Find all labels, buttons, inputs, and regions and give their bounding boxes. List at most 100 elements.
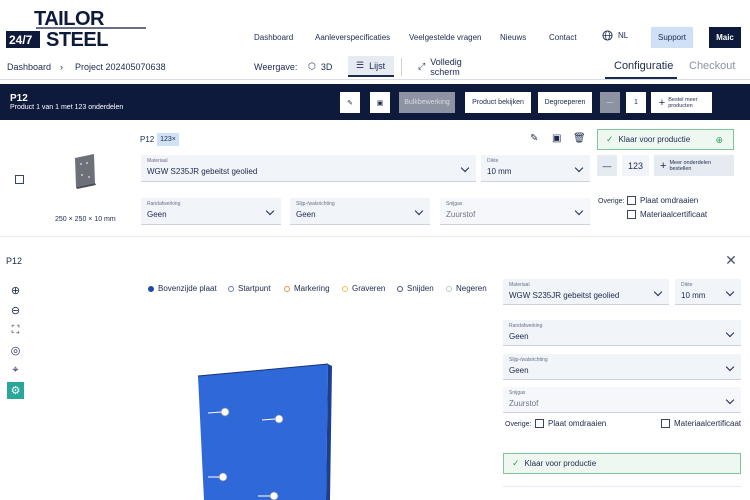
nav-aanleverspecificaties[interactable]: Aanleverspecificaties [315, 33, 390, 42]
part-3d-viewer[interactable] [190, 360, 335, 500]
detail-material-certificate-label: Materiaalcertificaat [674, 419, 742, 428]
breadcrumb-project: Project 202405070638 [75, 62, 166, 72]
detail-material-select[interactable]: Materiaal WGW S235JR gebeitst geolied [503, 279, 669, 305]
edge-finish-select[interactable]: Randafwerking Geen [141, 198, 281, 225]
chevron-down-icon [460, 163, 470, 173]
legend-item-startpunt[interactable]: Startpunt [228, 284, 270, 293]
divider [401, 58, 402, 76]
fullscreen-button[interactable]: ⤢ Volledig scherm [410, 56, 494, 77]
detail-material-certificate-option[interactable]: Materiaalcertificaat [661, 419, 741, 428]
detail-grind-direction-label: Slijp-/walsrichting [509, 357, 548, 363]
detail-grind-direction-select[interactable]: Slijp-/walsrichting Geen [503, 354, 741, 380]
legend-label: Negeren [456, 284, 487, 293]
detail-thickness-select[interactable]: Dikte 10 mm [675, 279, 741, 305]
user-menu-button[interactable]: Maic [709, 27, 741, 48]
zoom-in-tool[interactable]: ⊕ [7, 282, 24, 299]
nav-contact[interactable]: Contact [549, 33, 577, 42]
part-select-checkbox[interactable] [15, 175, 24, 184]
cutting-gas-select[interactable]: Snijgas Zuurstof [440, 198, 590, 225]
close-icon[interactable]: ✕ [721, 250, 741, 270]
detail-material-certificate-checkbox[interactable] [661, 419, 670, 428]
detail-edge-finish-value: Geen [509, 332, 529, 341]
tailor-steel-logo[interactable]: TAILOR STEEL 24/7 [6, 6, 148, 51]
detail-grind-direction-value: Geen [509, 366, 529, 375]
nav-veelgestelde-vragen[interactable]: Veelgestelde vragen [409, 33, 482, 42]
view-product-button[interactable]: Product bekijken [465, 92, 531, 113]
bulk-edit-button[interactable]: Bulkbewerking [399, 92, 455, 113]
breadcrumb-dashboard[interactable]: Dashboard [7, 62, 51, 72]
part-thumbnail[interactable] [72, 153, 98, 189]
trash-icon[interactable]: 🗑 [573, 133, 586, 144]
decrement-button[interactable]: — [600, 92, 620, 113]
material-certificate-checkbox[interactable] [627, 210, 636, 219]
nav-dashboard[interactable]: Dashboard [254, 33, 293, 42]
legend-label: Startpunt [238, 284, 271, 293]
material-select[interactable]: Materiaal WGW S235JR gebeitst geolied [141, 155, 476, 182]
legend-item-negeren[interactable]: Negeren [446, 284, 487, 293]
detail-edge-finish-select[interactable]: Randafwerking Geen [503, 320, 741, 346]
flip-plate-option[interactable]: Plaat omdraaien [627, 196, 698, 205]
language-switcher[interactable]: NL [602, 30, 628, 41]
grind-direction-select[interactable]: Slijp-/walsrichting Geen [290, 198, 430, 225]
view-3d-label: 3D [320, 61, 333, 72]
thickness-label: Dikte [487, 158, 499, 164]
divider [503, 486, 741, 487]
detail-thickness-label: Dikte [681, 282, 693, 288]
order-more-parts-button[interactable]: + Meer onderdelen bestellen [654, 155, 734, 176]
list-icon: ☰ [356, 60, 365, 70]
tab-checkout[interactable]: Checkout [689, 60, 735, 72]
check-icon: ✓ [512, 458, 520, 468]
globe-icon [602, 30, 613, 41]
view-list-button[interactable]: ☰ Lijst [348, 56, 394, 77]
thickness-value: 10 mm [487, 167, 512, 176]
flip-plate-checkbox[interactable] [627, 196, 636, 205]
support-button[interactable]: Support [651, 27, 693, 48]
legend-label: Markering [294, 284, 330, 293]
detail-flip-plate-checkbox[interactable] [535, 419, 544, 428]
legend-item-snijden[interactable]: Snijden [397, 284, 434, 293]
legend-item-markering[interactable]: Markering [284, 284, 330, 293]
detail-edge-finish-label: Randafwerking [509, 323, 543, 329]
zoom-out-tool[interactable]: ⊖ [7, 302, 24, 319]
dot-icon [397, 285, 403, 292]
chevron-down-icon [265, 206, 275, 216]
dot-icon [342, 285, 348, 292]
order-more-products-button[interactable]: + Bestel meer producten [651, 92, 712, 113]
layers-icon: ◎ [10, 345, 21, 357]
legend-item-bovenzijde[interactable]: Bovenzijde plaat [148, 284, 217, 293]
folder-button[interactable]: ▣ [370, 92, 390, 113]
chevron-right-icon: › [60, 62, 63, 72]
pencil-icon[interactable]: ✎ [530, 133, 538, 144]
fit-view-tool[interactable]: ⛶ [7, 322, 24, 339]
folder-icon[interactable]: ▣ [552, 133, 561, 144]
legend-item-graveren[interactable]: Graveren [342, 284, 385, 293]
chevron-down-icon [414, 206, 424, 216]
part-decrement-button[interactable]: — [597, 155, 617, 176]
chevron-down-icon [725, 395, 735, 405]
tab-configuratie[interactable]: Configuratie [614, 60, 673, 72]
detail-cutting-gas-label: Snijgas [509, 390, 526, 396]
dot-icon [148, 285, 154, 292]
edit-button[interactable]: ✎ [340, 92, 360, 113]
detail-flip-plate-option[interactable]: Plaat omdraaien [535, 419, 606, 428]
layers-tool[interactable]: ◎ [7, 342, 24, 359]
ungroup-button[interactable]: Degroeperen [538, 92, 592, 113]
part-qty-field[interactable]: 123 [622, 155, 649, 176]
measure-tool[interactable]: ⚙ [7, 382, 24, 399]
production-status[interactable]: ✓ Klaar voor productie ⊕ [597, 129, 734, 150]
detail-production-status[interactable]: ✓ Klaar voor productie [503, 453, 741, 474]
view-list-label: Lijst [369, 60, 386, 71]
view-3d-button[interactable]: ⬡ 3D [300, 56, 340, 77]
target-tool[interactable]: ⌖ [7, 362, 24, 379]
detail-cutting-gas-value: Zuurstof [509, 399, 539, 408]
material-certificate-option[interactable]: Materiaalcertificaat [627, 210, 707, 219]
cutting-gas-value: Zuurstof [446, 210, 476, 219]
nav-nieuws[interactable]: Nieuws [500, 33, 526, 42]
thickness-select[interactable]: Dikte 10 mm [481, 155, 590, 182]
part-qty-badge: 123× [157, 133, 179, 146]
ruler-icon: ⚙ [10, 385, 21, 397]
header-qty-field[interactable]: 1 [626, 92, 646, 113]
folder-icon: ▣ [376, 99, 384, 107]
detail-cutting-gas-select[interactable]: Snijgas Zuurstof [503, 387, 741, 413]
edge-finish-value: Geen [147, 210, 167, 219]
